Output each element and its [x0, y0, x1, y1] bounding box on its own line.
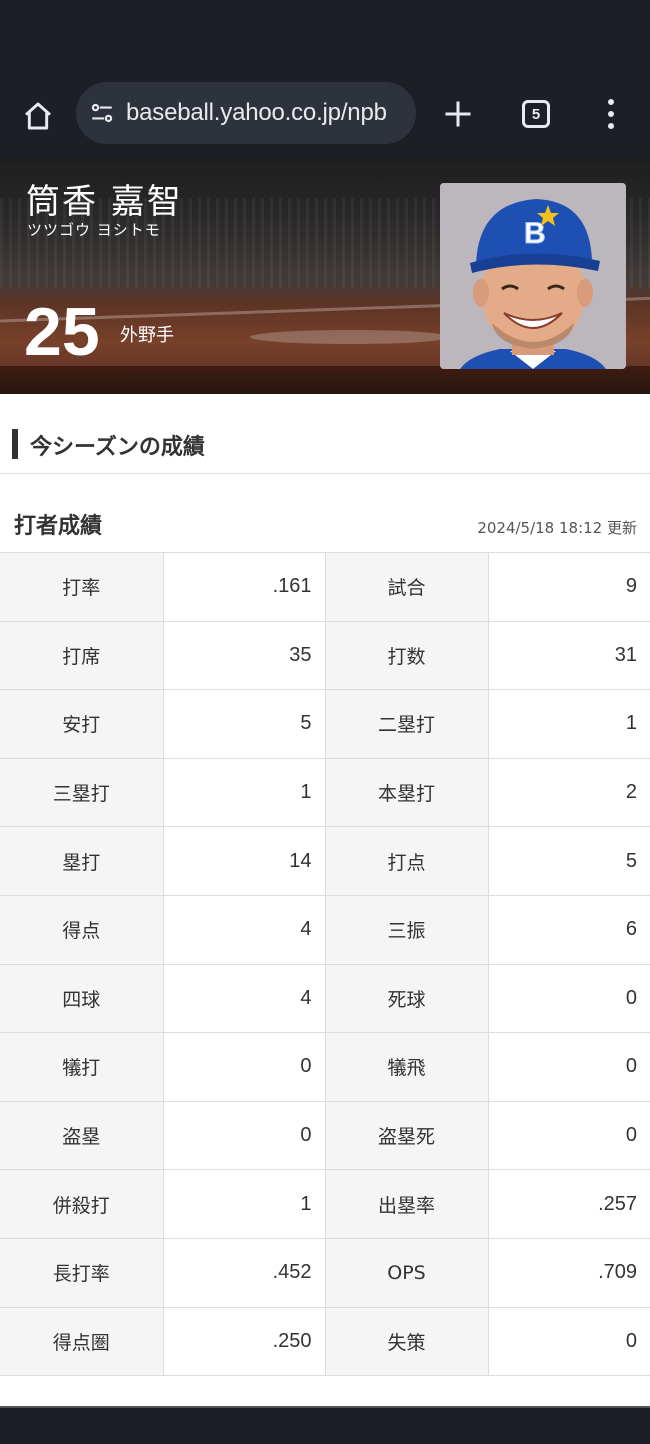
stat-label: 打数	[324, 620, 489, 691]
stat-label: 打点	[324, 826, 489, 896]
url-text: baseball.yahoo.co.jp/npb	[126, 99, 387, 126]
stats-row: 犠打 0 犠飛 0	[0, 1032, 650, 1102]
player-kana: ツツゴウ ヨシトモ	[27, 221, 161, 239]
stat-label: 併殺打	[0, 1169, 164, 1239]
stat-value: 0	[162, 1032, 326, 1102]
stat-value: 1	[162, 757, 326, 828]
stat-label: 死球	[324, 963, 489, 1034]
stat-value: 0	[487, 1100, 650, 1171]
stat-value: .161	[162, 552, 326, 622]
stat-value: 0	[162, 1100, 326, 1171]
stat-label: 出塁率	[324, 1169, 489, 1239]
stat-value: 31	[487, 620, 650, 691]
batting-stats-header: 打者成績 2024/5/18 18:12 更新	[0, 474, 650, 553]
stat-label: 二塁打	[324, 689, 489, 759]
stat-label: 長打率	[0, 1237, 164, 1308]
stat-label: 打席	[0, 620, 164, 691]
address-bar[interactable]: baseball.yahoo.co.jp/npb	[76, 82, 416, 144]
stats-row: 長打率 .452 OPS .709	[0, 1237, 650, 1308]
new-tab-button[interactable]	[436, 92, 480, 136]
season-stats-title: 今シーズンの成績	[30, 435, 205, 460]
stat-label: 犠打	[0, 1032, 164, 1102]
tab-switcher-icon: 5	[522, 100, 550, 128]
stat-label: 三塁打	[0, 757, 164, 828]
updated-timestamp: 2024/5/18 18:12 更新	[477, 519, 637, 537]
stat-value: 0	[487, 963, 650, 1034]
tab-switcher-button[interactable]: 5	[516, 94, 556, 134]
stat-label: 安打	[0, 689, 164, 759]
stats-row: 安打 5 二塁打 1	[0, 689, 650, 759]
stat-value: 14	[162, 826, 326, 896]
stats-row: 盗塁 0 盗塁死 0	[0, 1100, 650, 1171]
stat-value: 1	[487, 689, 650, 759]
player-header: 筒香 嘉智 ツツゴウ ヨシトモ 25 外野手 B	[0, 158, 650, 394]
stats-row: 塁打 14 打点 5	[0, 826, 650, 896]
stat-value: 35	[162, 620, 326, 691]
uniform-number: 25	[24, 294, 100, 370]
batting-stats-title: 打者成績	[14, 514, 103, 539]
stats-row: 打率 .161 試合 9	[0, 552, 650, 622]
stat-value: 2	[487, 757, 650, 828]
home-button[interactable]	[16, 94, 60, 138]
stat-value: .257	[487, 1169, 650, 1239]
stat-value: .250	[162, 1306, 326, 1377]
stat-label: 失策	[324, 1306, 489, 1377]
stat-value: 5	[487, 826, 650, 896]
stats-row: 四球 4 死球 0	[0, 963, 650, 1034]
stat-value: .452	[162, 1237, 326, 1308]
stat-value: 1	[162, 1169, 326, 1239]
stats-row: 三塁打 1 本塁打 2	[0, 757, 650, 828]
season-stats-header: 今シーズンの成績	[0, 394, 650, 474]
stat-value: 4	[162, 963, 326, 1034]
stat-value: 9	[487, 552, 650, 622]
stat-value: .709	[487, 1237, 650, 1308]
player-photo: B	[440, 183, 626, 369]
stat-label: 打率	[0, 552, 164, 622]
stat-value: 0	[487, 1032, 650, 1102]
stat-label: OPS	[324, 1237, 489, 1308]
section-marker	[12, 429, 18, 459]
stat-label: 犠飛	[324, 1032, 489, 1102]
stat-value: 5	[162, 689, 326, 759]
stat-label: 三振	[324, 894, 489, 965]
stat-label: 本塁打	[324, 757, 489, 828]
stats-row: 得点圏 .250 失策 0	[0, 1306, 650, 1377]
stat-label: 四球	[0, 963, 164, 1034]
stat-label: 得点	[0, 894, 164, 965]
stat-value: 6	[487, 894, 650, 965]
stat-value: 0	[487, 1306, 650, 1377]
browser-toolbar: baseball.yahoo.co.jp/npb 5	[0, 70, 650, 158]
stat-label: 盗塁	[0, 1100, 164, 1171]
stat-label: 塁打	[0, 826, 164, 896]
home-icon	[25, 102, 51, 130]
stats-row: 得点 4 三振 6	[0, 894, 650, 965]
stat-value: 4	[162, 894, 326, 965]
tune-icon[interactable]	[88, 99, 116, 127]
player-position: 外野手	[120, 325, 174, 346]
status-bar	[0, 0, 650, 70]
stat-label: 試合	[324, 552, 489, 622]
more-vert-icon[interactable]	[596, 92, 626, 136]
stat-label: 得点圏	[0, 1306, 164, 1377]
plus-icon	[445, 101, 471, 127]
stat-label: 盗塁死	[324, 1100, 489, 1171]
stats-row: 打席 35 打数 31	[0, 620, 650, 691]
batting-stats-table: 打率 .161 試合 9 打席 35 打数 31 安打 5 二塁打 1 三塁打 1 本塁打 2 塁打 14 打点 5 得…	[0, 552, 650, 1377]
stats-row: 併殺打 1 出塁率 .257	[0, 1169, 650, 1239]
player-name: 筒香 嘉智	[26, 182, 183, 222]
system-nav-bar	[0, 1406, 650, 1444]
